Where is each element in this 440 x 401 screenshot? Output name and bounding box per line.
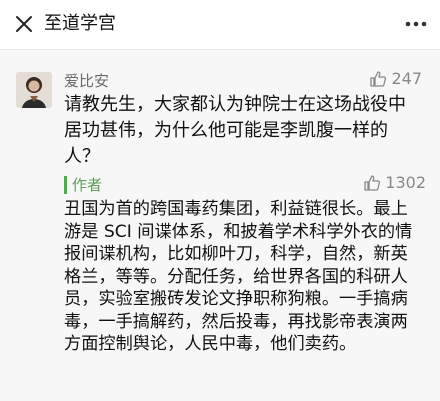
comment-text: 请教先生，大家都认为钟院士在这场战役中居功甚伟，为什么他可能是李凯腹一样的人？ (64, 94, 406, 167)
reply-like-button[interactable]: 1302 (363, 173, 426, 192)
reply-like-count: 1302 (385, 173, 426, 192)
top-bar: 至道学宫 (0, 0, 440, 50)
thumbs-up-icon (370, 70, 387, 87)
reply-text: 丑国为首的跨国毒药集团，利益链很长。最上游是 SCI 间谍体系，和披着学术科学外… (64, 199, 413, 354)
close-icon (16, 16, 32, 32)
more-button[interactable] (400, 8, 432, 40)
author-label: 作者 (72, 176, 103, 194)
close-button[interactable] (6, 6, 42, 42)
avatar[interactable] (16, 72, 52, 108)
comment-user-name[interactable]: 爱比安 (64, 70, 109, 91)
comment-like-button[interactable]: 247 (369, 69, 422, 88)
comment-area: 爱比安 247 请教先生，大家都认为钟院士在这场战役中居功甚伟，为什么他可能是李… (0, 50, 440, 401)
thumbs-up-icon (364, 174, 381, 191)
more-dots-icon (405, 21, 427, 27)
page-title: 至道学宫 (44, 13, 116, 34)
avatar-image (16, 72, 52, 108)
comment-like-count: 247 (391, 69, 422, 88)
author-indicator-bar (64, 176, 67, 194)
author-reply: 作者 1302 丑国为首的跨国毒药集团，利益链很长。最上游是 SCI 间谍体系，… (64, 173, 434, 401)
